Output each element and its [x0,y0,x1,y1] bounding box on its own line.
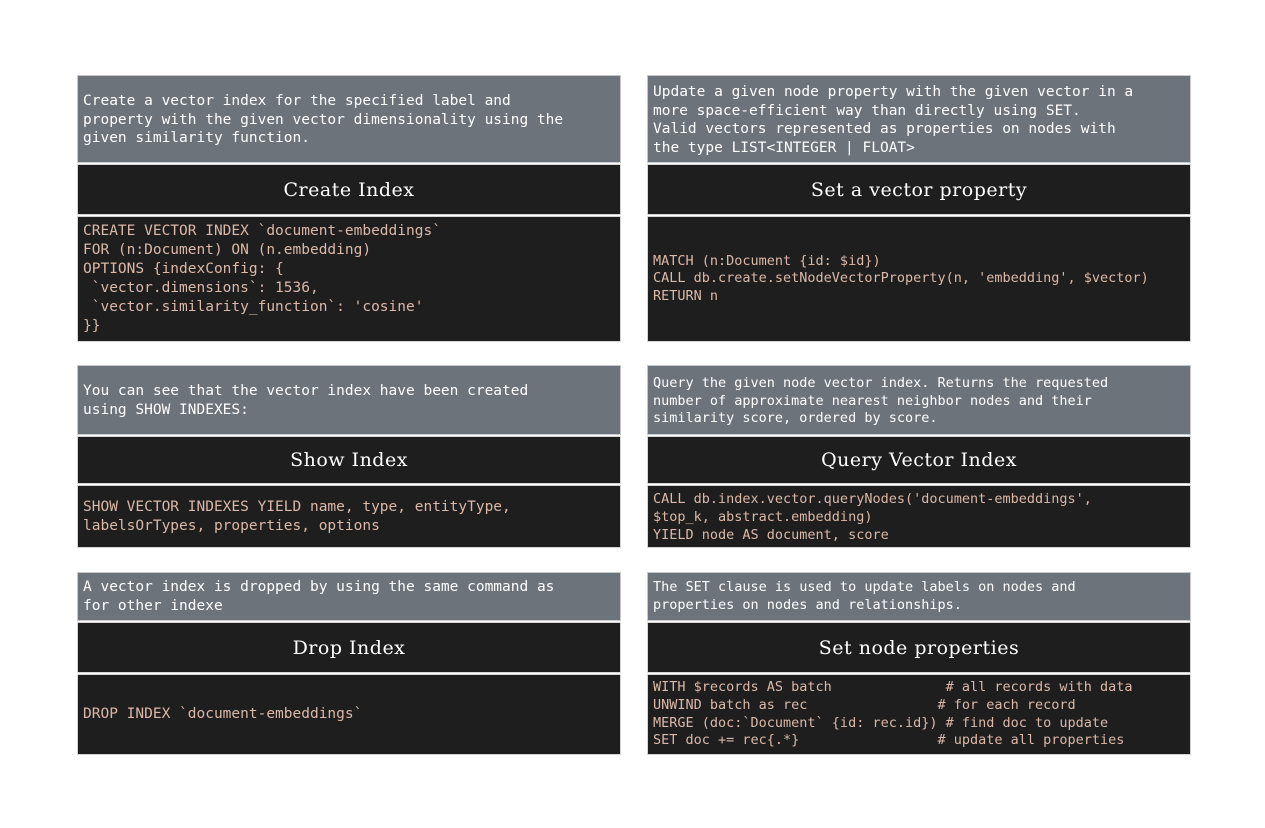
code-line: SHOW VECTOR INDEXES YIELD name, type, en… [83,498,511,515]
drop-index-description: A vector index is dropped by using the s… [77,572,621,621]
set-props-code: WITH $records AS batch # all records wit… [647,674,1191,755]
code-line: labelsOrTypes, properties, options [83,517,380,534]
card-show-index: You can see that the vector index have b… [77,365,621,548]
code-line: `vector.similarity_function`: 'cosine' [83,299,424,315]
show-index-code: SHOW VECTOR INDEXES YIELD name, type, en… [77,485,621,548]
code-line: OPTIONS {indexConfig: { [83,261,284,277]
code-line: UNWIND batch as rec # for each record [653,696,1076,713]
code-line: CALL db.create.setNodeVectorProperty(n, … [653,270,1149,287]
code-line: }} [83,318,101,334]
code-line: CALL db.index.vector.queryNodes('documen… [653,490,1092,507]
code-line: $top_k, abstract.embedding) [653,508,873,525]
code-line: WITH $records AS batch # all records wit… [653,679,1133,696]
drop-index-code: DROP INDEX `document-embeddings` [77,674,621,755]
show-index-description: You can see that the vector index have b… [77,365,621,435]
code-line: `vector.dimensions`: 1536, [83,280,319,296]
card-set-vector-property: Update a given node property with the gi… [647,75,1191,342]
create-index-code: CREATE VECTOR INDEX `document-embeddings… [77,216,621,342]
set-props-title: Set node properties [647,622,1191,673]
card-set-node-properties: The SET clause is used to update labels … [647,572,1191,755]
query-index-code: CALL db.index.vector.queryNodes('documen… [647,485,1191,548]
code-line: MERGE (doc:`Document` {id: rec.id}) # fi… [653,714,1109,731]
show-index-title: Show Index [77,436,621,484]
card-query-vector-index: Query the given node vector index. Retur… [647,365,1191,548]
code-line: FOR (n:Document) ON (n.embedding) [83,242,372,258]
set-props-description: The SET clause is used to update labels … [647,572,1191,621]
card-create-index: Create a vector index for the specified … [77,75,621,342]
drop-index-title: Drop Index [77,622,621,673]
code-line: DROP INDEX `document-embeddings` [83,706,363,722]
card-drop-index: A vector index is dropped by using the s… [77,572,621,755]
set-vector-code: MATCH (n:Document {id: $id}) CALL db.cre… [647,216,1191,342]
query-index-description: Query the given node vector index. Retur… [647,365,1191,435]
code-line: CREATE VECTOR INDEX `document-embeddings… [83,223,441,239]
code-line: MATCH (n:Document {id: $id}) [653,252,881,269]
set-vector-title: Set a vector property [647,164,1191,215]
code-line: RETURN n [653,287,719,304]
create-index-description: Create a vector index for the specified … [77,75,621,163]
set-vector-description: Update a given node property with the gi… [647,75,1191,163]
create-index-title: Create Index [77,164,621,215]
code-line: SET doc += rec{.*} # update all properti… [653,732,1125,749]
query-index-title: Query Vector Index [647,436,1191,484]
code-line: YIELD node AS document, score [653,526,889,543]
